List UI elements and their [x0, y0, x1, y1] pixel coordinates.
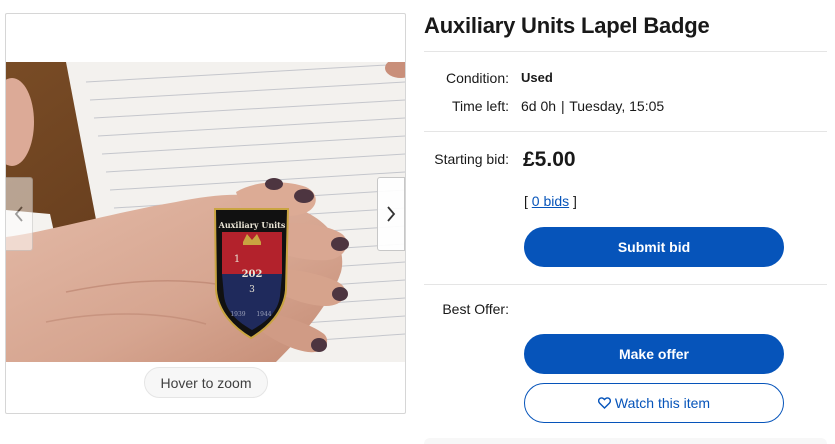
badge-top-text: Auxiliary Units	[218, 220, 286, 230]
divider	[424, 51, 827, 52]
bid-count: [ 0 bids ]	[524, 193, 577, 209]
badge-center-text: 202	[242, 269, 263, 280]
time-left-label: Time left:	[451, 98, 509, 114]
image-gallery: Auxiliary Units 1 202 3 1939 1944 Hover …	[5, 13, 406, 414]
watch-item-label: Watch this item	[614, 395, 711, 411]
divider	[424, 284, 827, 285]
badge-left-digit: 1	[234, 254, 240, 265]
bid-count-open-bracket: [	[524, 193, 528, 209]
time-left-value: 6d 0h | Tuesday, 15:05	[521, 98, 664, 114]
condition-value: Used	[521, 70, 553, 85]
starting-bid-label: Starting bid:	[434, 151, 509, 167]
condition-label: Condition:	[445, 70, 509, 86]
badge-year-right: 1944	[256, 311, 271, 318]
end-time: Tuesday, 15:05	[569, 98, 665, 114]
bid-history-link[interactable]: 0 bids	[532, 193, 569, 209]
divider	[424, 131, 827, 132]
item-photo[interactable]: Auxiliary Units 1 202 3 1939 1944	[6, 62, 405, 362]
item-photo-illustration: Auxiliary Units 1 202 3 1939 1944	[6, 62, 405, 362]
heart-icon	[597, 397, 611, 409]
item-title: Auxiliary Units Lapel Badge	[424, 13, 710, 38]
chevron-right-icon	[387, 206, 396, 222]
best-offer-label: Best Offer:	[442, 301, 509, 317]
next-section-edge	[424, 438, 827, 444]
submit-bid-button[interactable]: Submit bid	[524, 227, 784, 267]
previous-image-button[interactable]	[6, 177, 33, 251]
chevron-left-icon	[14, 206, 23, 222]
make-offer-button[interactable]: Make offer	[524, 334, 784, 374]
hover-to-zoom-hint: Hover to zoom	[144, 367, 268, 398]
next-image-button[interactable]	[377, 177, 405, 251]
watch-item-button[interactable]: Watch this item	[524, 383, 784, 423]
starting-bid-price: £5.00	[523, 148, 576, 171]
badge-bottom-digit: 3	[249, 285, 255, 295]
bid-count-close-bracket: ]	[573, 193, 577, 209]
badge-year-left: 1939	[230, 311, 245, 318]
time-left-separator: |	[560, 98, 565, 114]
time-left-duration: 6d 0h	[521, 98, 557, 114]
